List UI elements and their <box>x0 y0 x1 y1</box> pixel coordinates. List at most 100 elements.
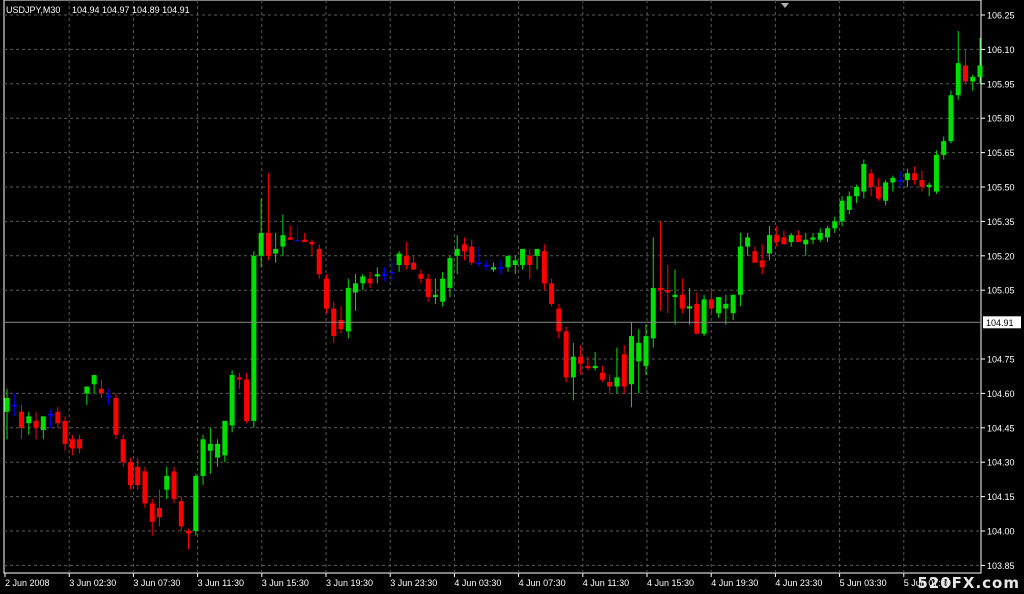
plot-frame <box>3 0 982 574</box>
candle-body <box>316 248 322 275</box>
candle-body <box>200 439 206 476</box>
y-tick-label: 105.65 <box>987 148 1015 158</box>
candle-body <box>135 466 141 486</box>
candle-body <box>113 397 119 435</box>
current-price-label: 104.91 <box>986 318 1014 328</box>
candle-body <box>897 180 903 182</box>
y-tick-label: 104.45 <box>987 423 1015 433</box>
candle <box>650 237 656 348</box>
candle-body <box>854 187 860 197</box>
candle-body <box>774 235 780 243</box>
candle <box>527 248 533 279</box>
candle-body <box>926 184 932 187</box>
candle <box>396 251 402 272</box>
candle <box>643 324 649 376</box>
candle <box>186 528 192 550</box>
candle-body <box>91 375 97 385</box>
candle <box>541 244 547 291</box>
candle <box>69 434 75 456</box>
candle <box>614 347 620 394</box>
candle <box>890 175 896 192</box>
candle <box>33 411 39 440</box>
candle <box>883 180 889 206</box>
candle-body <box>178 501 184 527</box>
candle <box>955 31 961 100</box>
candle <box>694 292 700 334</box>
x-tick-label: 4 Jun 23:30 <box>775 578 822 588</box>
candle-body <box>127 462 133 486</box>
candle <box>512 255 518 275</box>
candle <box>345 278 351 339</box>
candle-body <box>323 278 329 309</box>
x-tick-label: 3 Jun 07:30 <box>133 578 180 588</box>
candle <box>825 225 831 243</box>
candle <box>919 170 925 192</box>
chart-canvas: 106.25 106.10 105.95 105.80 105.65 105.50 105.… <box>3 0 1021 588</box>
time-axis: 2 Jun 2008 3 Jun 02:30 3 Jun 07:30 3 Jun 11… <box>4 573 951 588</box>
candle <box>505 255 511 272</box>
candle <box>302 232 308 243</box>
candle <box>904 168 910 187</box>
candle-body <box>186 531 192 534</box>
candle <box>832 216 838 233</box>
candle-body <box>55 411 61 424</box>
x-tick-label: 3 Jun 15:30 <box>262 578 309 588</box>
x-tick-label: 4 Jun 11:30 <box>583 578 629 588</box>
candle-body <box>26 416 32 424</box>
candle-body <box>77 439 83 449</box>
candle-body <box>244 379 250 421</box>
candle <box>534 248 540 270</box>
candle-body <box>418 274 424 279</box>
candle <box>91 375 97 394</box>
candle <box>745 232 751 256</box>
candle-body <box>658 287 664 291</box>
candle <box>84 386 90 405</box>
candle-body <box>447 258 453 288</box>
chart-shift-marker-icon[interactable] <box>781 3 789 8</box>
candle-body <box>832 221 838 229</box>
candle-body <box>607 381 613 387</box>
candle-body <box>345 287 351 332</box>
candle <box>607 375 613 394</box>
candle-body <box>556 308 562 332</box>
candle-body <box>432 294 438 298</box>
candle-body <box>825 228 831 238</box>
y-tick-label: 105.05 <box>987 286 1015 296</box>
candle <box>156 489 162 527</box>
candle-body <box>570 356 576 378</box>
y-tick-label: 104.75 <box>987 355 1015 365</box>
candle <box>766 225 772 261</box>
candle <box>687 287 693 325</box>
candle-body <box>106 395 112 398</box>
candle <box>273 232 279 263</box>
candle <box>476 246 482 268</box>
candle <box>142 466 148 509</box>
candle <box>353 274 359 311</box>
candle-body <box>737 246 743 295</box>
candle-body <box>396 253 402 265</box>
price-axis: 106.25 106.10 105.95 105.80 105.65 105.50 105.… <box>981 11 1021 571</box>
candle <box>737 232 743 307</box>
candle-body <box>483 264 489 267</box>
y-tick-label: 104.15 <box>987 492 1015 502</box>
candle <box>4 388 10 440</box>
candle <box>447 255 453 298</box>
candle-body <box>628 336 634 385</box>
candle <box>62 416 68 451</box>
candle <box>752 246 758 263</box>
candle-body <box>403 255 409 265</box>
candle <box>425 274 431 302</box>
y-tick-label: 105.20 <box>987 251 1015 261</box>
candle-body <box>440 278 446 302</box>
candle-body <box>810 237 816 240</box>
candle <box>454 235 460 275</box>
candle-body <box>69 439 75 449</box>
candle <box>948 90 954 144</box>
candle-body <box>650 287 656 339</box>
candle <box>432 278 438 304</box>
x-tick-label: 2 Jun 2008 <box>5 578 50 588</box>
candle <box>563 326 569 382</box>
candle-body <box>280 235 286 247</box>
candle-body <box>222 420 228 456</box>
candle <box>40 416 46 440</box>
